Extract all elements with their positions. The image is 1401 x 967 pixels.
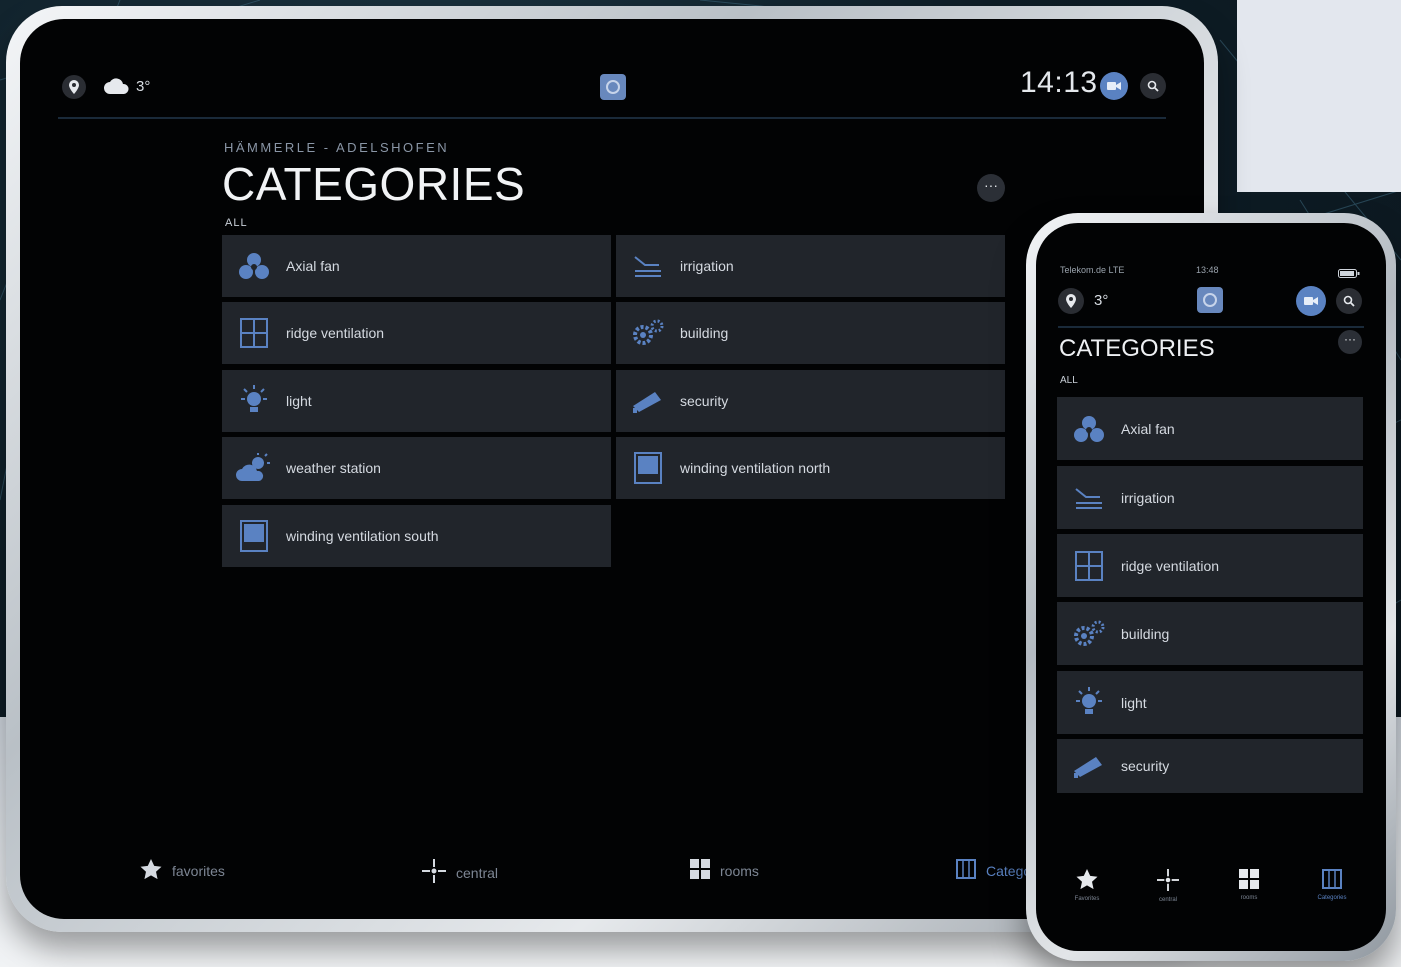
page-title: CATEGORIES [222,158,526,210]
blind-icon [616,452,680,484]
category-card-light[interactable]: light [222,370,611,432]
search-button[interactable] [1336,288,1362,314]
rooms-icon [690,859,710,882]
category-label: ridge ventilation [1121,557,1220,574]
category-card-axial-fan[interactable]: Axial fan [1057,397,1363,460]
star-icon [140,859,162,883]
battery-icon [1338,265,1360,283]
fan-icon [1057,415,1121,443]
window-icon [1057,550,1121,581]
location-icon[interactable] [62,75,86,99]
more-options-button[interactable]: ··· [977,174,1005,202]
category-card-light[interactable]: light [1057,671,1363,734]
central-icon [422,859,446,886]
category-label: building [680,325,729,341]
category-label: Axial fan [286,258,340,274]
header-divider [1058,326,1364,328]
category-card-irrigation[interactable]: irrigation [616,235,1005,297]
more-options-button[interactable]: ··· [1338,330,1362,354]
category-card-ridge-ventilation[interactable]: ridge ventilation [222,302,611,364]
category-label: winding ventilation south [286,528,439,544]
location-label: HÄMMERLE - ADELSHOFEN [224,140,450,155]
category-card-building[interactable]: building [1057,602,1363,665]
search-button[interactable] [1140,73,1166,99]
camera-icon [1057,753,1121,779]
category-label: light [286,393,312,409]
nav-label: Favorites [1074,896,1100,902]
rooms-icon [1239,869,1259,891]
tablet-top-bar: 3° 14:13 [20,19,1204,129]
star-icon [1076,869,1098,892]
nav-label: rooms [1240,895,1258,901]
bulb-icon [222,384,286,418]
background-panel [1237,0,1401,192]
status-carrier: Telekom.de LTE [1060,265,1125,275]
category-label: security [1121,758,1170,774]
header-divider [58,117,1166,119]
categories-icon [956,859,976,882]
nav-rooms[interactable]: rooms [690,859,759,882]
nav-label: Catego [986,862,1032,879]
category-label: Axial fan [1121,420,1175,437]
category-card-security[interactable]: security [616,370,1005,432]
category-card-winding-ventilation-south[interactable]: winding ventilation south [222,505,611,567]
weather-temperature: 3° [136,78,151,95]
nav-label: rooms [720,862,759,879]
weather-temperature: 3° [1094,292,1109,309]
category-card-weather-station[interactable]: weather station [222,437,611,499]
gears-icon [616,319,680,347]
nav-categories[interactable]: Categories [1302,869,1362,901]
location-icon[interactable] [1058,288,1084,314]
page-title: CATEGORIES [1059,335,1215,362]
phone-device: Telekom.de LTE 13:48 3° CATEGORIES ··· A… [1026,213,1396,961]
app-logo[interactable] [1197,287,1223,313]
nav-favorites[interactable]: favorites [140,859,225,883]
camera-icon [616,388,680,414]
weather-icon [222,453,286,483]
nav-label: Categories [1317,895,1347,901]
category-label: weather station [286,460,381,476]
category-label: winding ventilation north [680,460,831,476]
nav-central[interactable]: central [1138,869,1198,903]
category-label: light [1121,694,1147,711]
nav-central[interactable]: central [422,859,498,886]
nav-label: favorites [172,863,225,879]
gears-icon [1057,620,1121,648]
app-logo[interactable] [600,74,626,100]
camera-button[interactable] [1100,72,1128,100]
category-label: ridge ventilation [286,325,385,341]
category-label: irrigation [680,258,734,274]
nav-label: central [456,864,499,881]
categories-icon [1322,869,1342,891]
category-card-building[interactable]: building [616,302,1005,364]
clock: 14:13 [1020,66,1098,99]
category-card-winding-ventilation-north[interactable]: winding ventilation north [616,437,1005,499]
filter-label[interactable]: ALL [225,217,248,229]
category-label: security [680,393,729,409]
nav-label: central [1158,897,1177,903]
blind-icon [222,520,286,552]
category-card-ridge-ventilation[interactable]: ridge ventilation [1057,534,1363,597]
nav-rooms[interactable]: rooms [1219,869,1279,901]
cloud-icon [104,78,130,99]
phone-screen: Telekom.de LTE 13:48 3° CATEGORIES ··· A… [1036,223,1386,951]
category-label: irrigation [1121,489,1175,506]
nav-favorites[interactable]: Favorites [1057,869,1117,902]
bulb-icon [1057,686,1121,720]
category-card-axial-fan[interactable]: Axial fan [222,235,611,297]
irrigation-icon [616,253,680,279]
phone-bottom-nav: Favorites central rooms Categories [1036,861,1386,951]
central-icon [1157,869,1179,893]
category-card-security[interactable]: security [1057,739,1363,793]
irrigation-icon [1057,485,1121,511]
window-icon [222,318,286,348]
category-label: building [1121,625,1170,642]
fan-icon [222,252,286,280]
nav-categories[interactable]: Catego [956,859,1031,882]
camera-button[interactable] [1296,286,1326,316]
status-time: 13:48 [1196,265,1219,275]
filter-label[interactable]: ALL [1060,375,1078,386]
category-card-irrigation[interactable]: irrigation [1057,466,1363,529]
